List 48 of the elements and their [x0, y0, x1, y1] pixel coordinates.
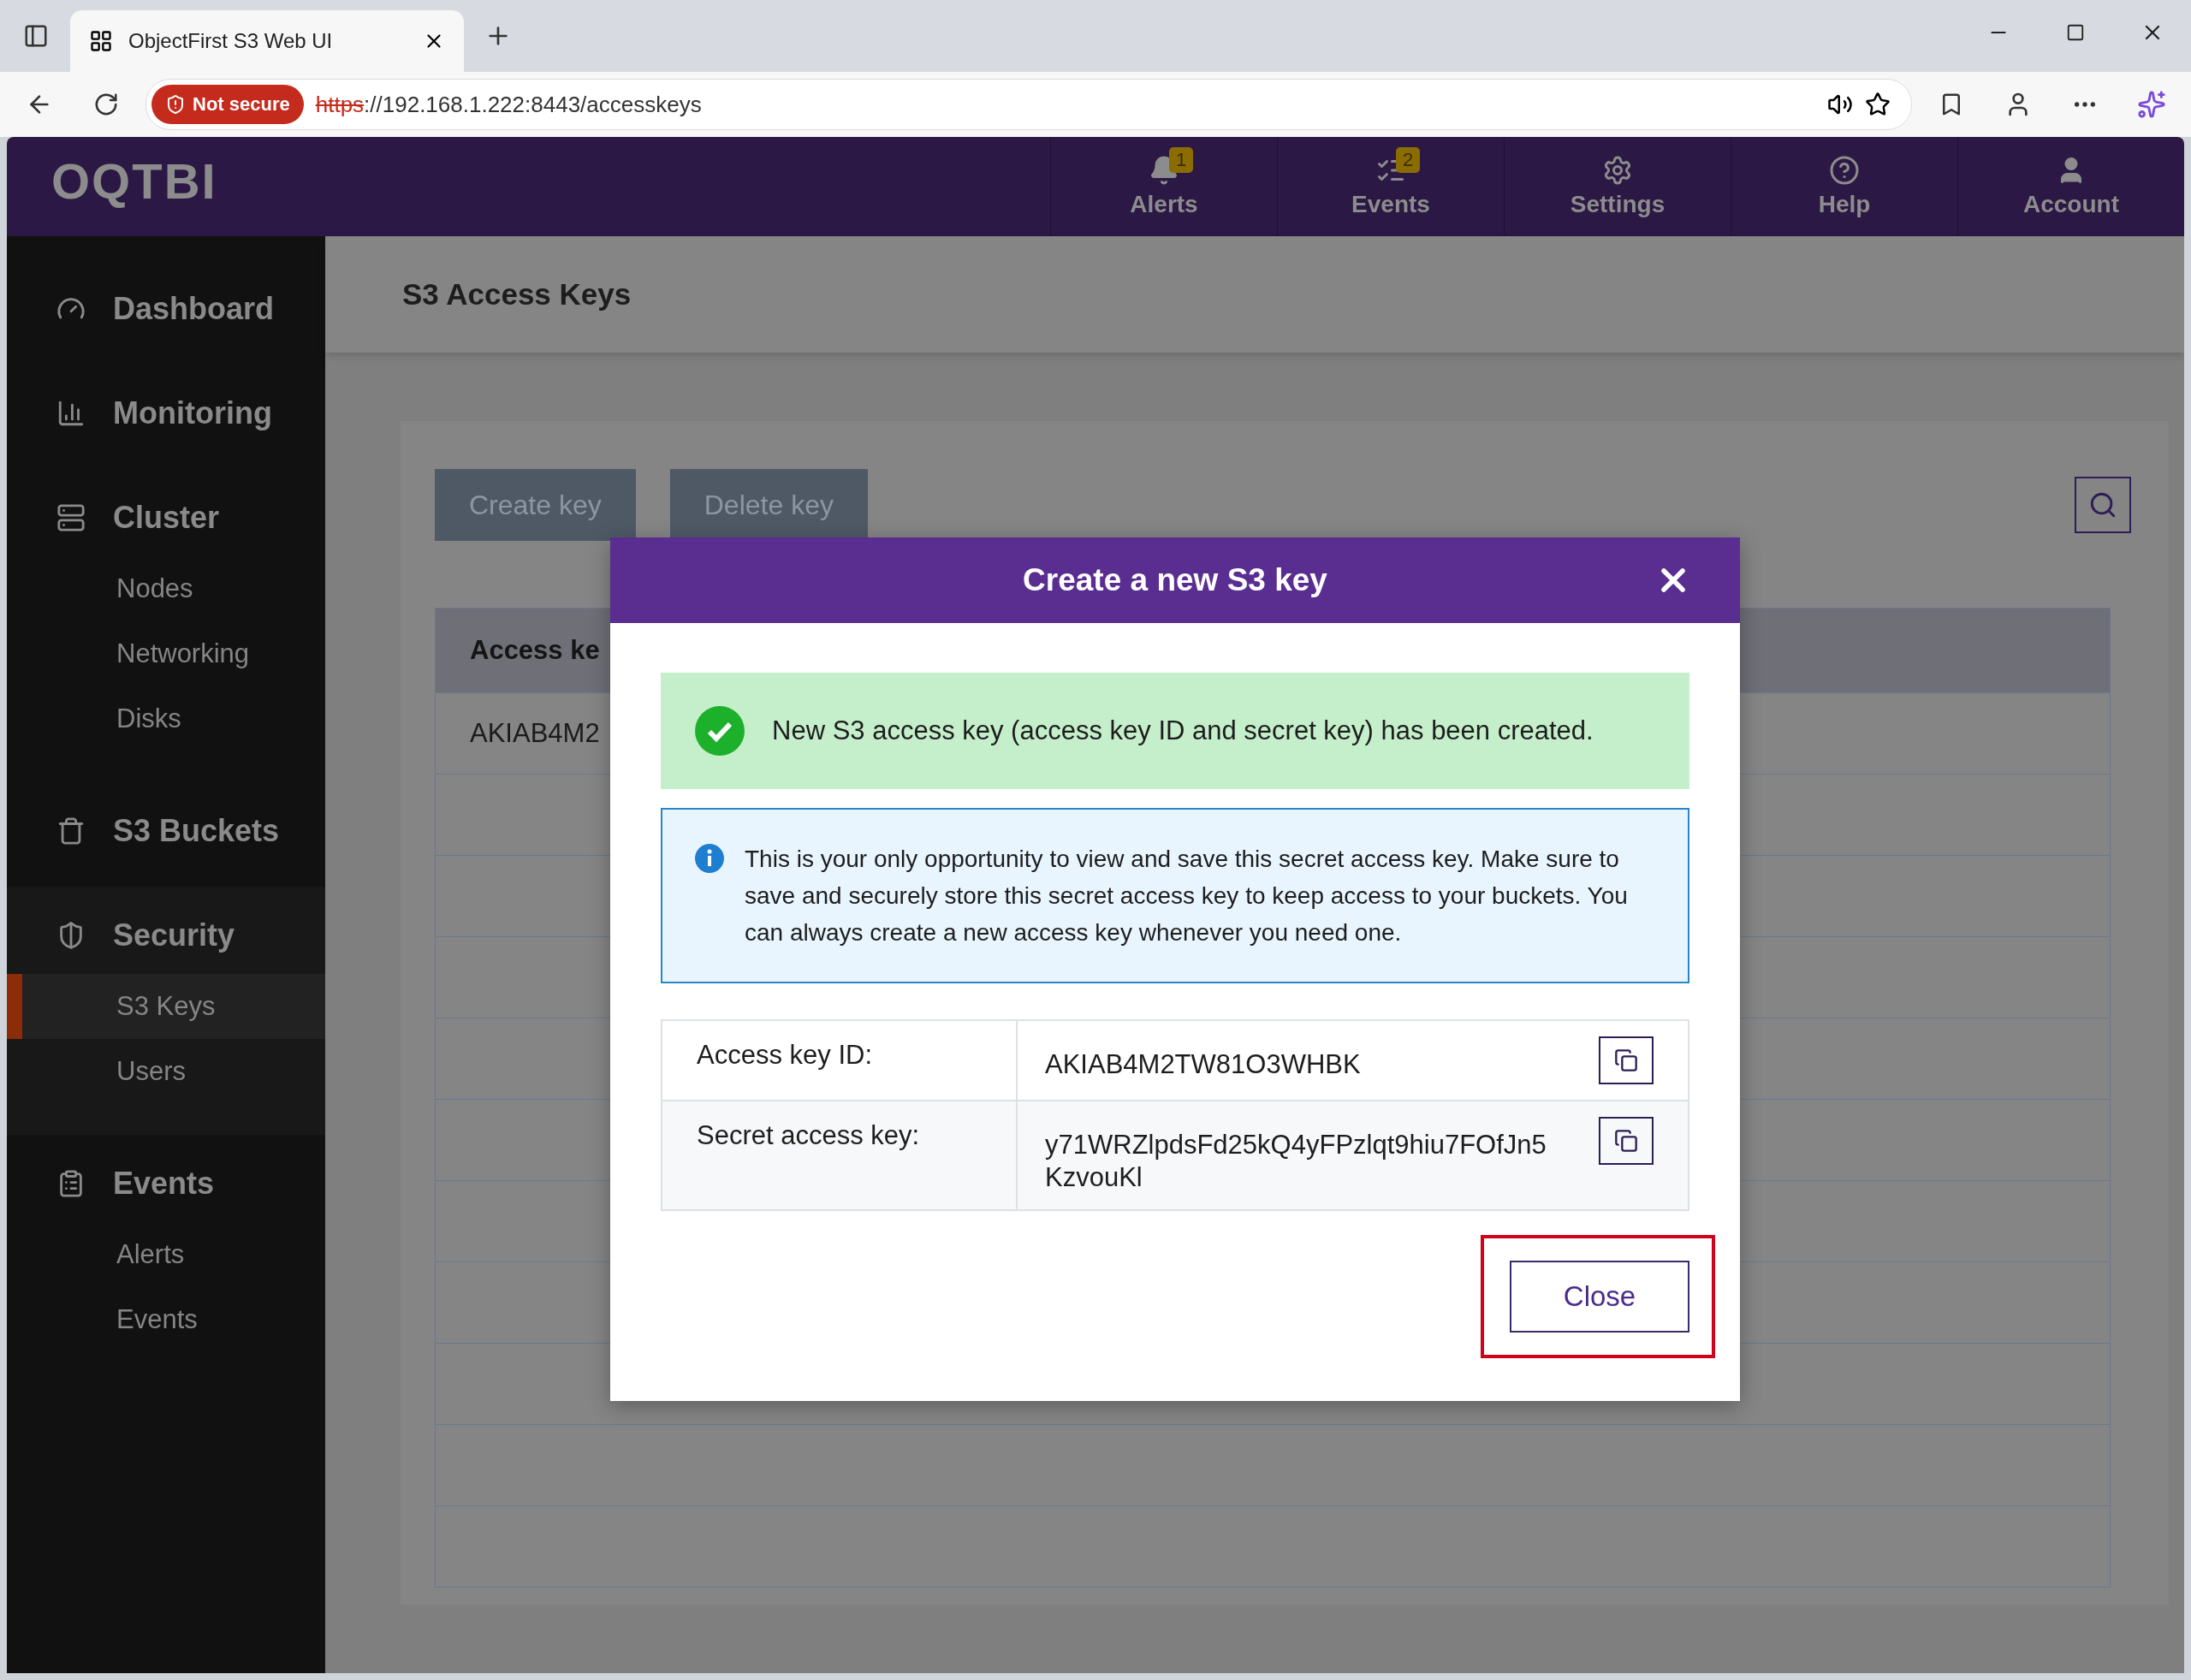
bucket-icon [56, 816, 86, 846]
copy-icon [1614, 1048, 1638, 1072]
info-message: This is your only opportunity to view and save this secret access key. Make sure to save and securely store this secret access key to keep access to your buckets. You can always create a new access key whenever you need one. [745, 845, 1629, 947]
sidebar-section[interactable]: Dashboard [113, 291, 275, 327]
field-value: y71WRZlpdsFd25kQ4yFPzlqt9hiu7FOfJn5 KzvouKl [1045, 1129, 1547, 1194]
close-button[interactable]: Close [1510, 1261, 1689, 1333]
success-message: New S3 access key (access key ID and secret key) has been created. [772, 715, 1594, 746]
server-icon [56, 503, 86, 532]
sidebar-item[interactable]: Users [7, 1039, 325, 1104]
copy-icon [1614, 1129, 1638, 1153]
sidebar-item[interactable]: Nodes [7, 556, 325, 621]
count-badge: 2 [1396, 147, 1421, 173]
sidebar-section[interactable]: Monitoring [113, 395, 272, 431]
check-circle-icon [695, 706, 745, 756]
sidebar-section[interactable]: S3 Buckets [113, 813, 280, 849]
browser-tab[interactable]: ObjectFirst S3 Web UI [70, 10, 464, 72]
sidebar-section[interactable]: Security [113, 917, 235, 953]
sidebar-item[interactable]: S3 Keys [7, 974, 325, 1039]
star-icon[interactable] [1865, 92, 1891, 117]
help-icon [1829, 155, 1860, 186]
url-text: https://192.168.1.222:8443/accesskeys [315, 91, 702, 118]
search-icon [2088, 490, 2117, 519]
tab-title: ObjectFirst S3 Web UI [128, 29, 334, 53]
table-cell: AKIAB4M2 [470, 718, 600, 749]
settings-icon [1602, 155, 1633, 186]
dialog-title: Create a new S3 key [1023, 562, 1327, 598]
bar-chart-icon [56, 399, 86, 428]
sidebar-item[interactable]: Disks [7, 686, 325, 751]
count-badge: 1 [1169, 147, 1194, 173]
not-secure-badge[interactable]: Not secure [151, 85, 304, 124]
copy-button[interactable] [1599, 1117, 1654, 1165]
search-button[interactable] [2075, 477, 2131, 533]
sidebar-item[interactable]: Events [7, 1287, 325, 1352]
sidebar-section[interactable]: Cluster [113, 500, 220, 536]
sidebar-item[interactable]: Networking [7, 621, 325, 686]
sidebar-item[interactable]: Alerts [7, 1222, 325, 1287]
copy-button[interactable] [1599, 1036, 1654, 1084]
address-bar[interactable]: Not secure https://192.168.1.222:8443/accesskeys [145, 79, 1912, 130]
shield-icon [165, 94, 186, 115]
not-secure-label: Not secure [193, 93, 290, 116]
page-title: S3 Access Keys [402, 277, 632, 312]
app-logo: OQTBI [50, 152, 218, 211]
field-value: AKIAB4M2TW81O3WHBK [1045, 1048, 1362, 1081]
field-label: Secret access key: [662, 1100, 1018, 1209]
column-header: Access ke [470, 635, 600, 666]
info-icon [695, 844, 724, 873]
favicon-icon [89, 29, 113, 53]
sidebar-section[interactable]: Events [113, 1166, 215, 1202]
